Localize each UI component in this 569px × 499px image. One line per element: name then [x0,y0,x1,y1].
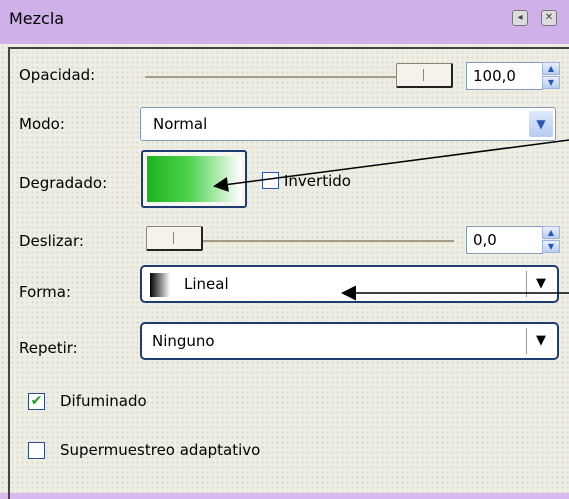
blend-panel: Mezcla ◂ ✕ Opacidad: 100,0 ▲ ▼ Modo: Nor… [0,0,569,499]
callout-arrow [213,139,569,192]
callout-arrows [213,139,569,301]
